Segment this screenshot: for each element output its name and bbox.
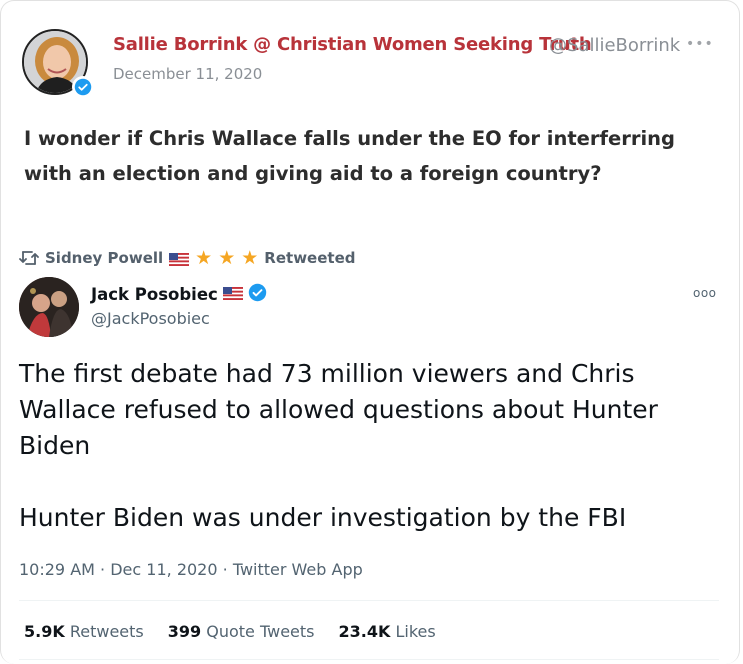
- verified-badge-icon: [72, 76, 94, 98]
- divider: [19, 600, 719, 601]
- divider: [19, 659, 719, 660]
- retweets-stat[interactable]: 5.9K Retweets: [24, 622, 144, 641]
- more-dots-icon[interactable]: •••: [686, 36, 714, 52]
- likes-stat[interactable]: 23.4K Likes: [338, 622, 435, 641]
- inner-display-name[interactable]: Jack Posobiec: [91, 283, 267, 306]
- inner-tweet-text: The first debate had 73 million viewers …: [19, 359, 658, 532]
- star-icon: ★: [195, 246, 213, 269]
- us-flag-icon: [222, 285, 243, 304]
- us-flag-icon: [169, 252, 190, 266]
- tweet-meta: 10:29 AM · Dec 11, 2020 · Twitter Web Ap…: [19, 560, 363, 579]
- outer-display-name[interactable]: Sallie Borrink @ Christian Women Seeking…: [113, 34, 592, 55]
- quotes-label: Quote Tweets: [206, 622, 315, 641]
- inner-avatar[interactable]: [19, 277, 79, 337]
- inner-handle[interactable]: @JackPosobiec: [91, 309, 210, 328]
- more-dots-icon[interactable]: ooo: [693, 286, 717, 300]
- star-icon: ★: [241, 246, 259, 269]
- retweeted-label: Retweeted: [264, 249, 356, 267]
- engagement-stats: 5.9K Retweets 399 Quote Tweets 23.4K Lik…: [24, 622, 436, 641]
- likes-count: 23.4K: [338, 622, 391, 641]
- retweets-label: Retweets: [69, 622, 144, 641]
- tweet-source[interactable]: Twitter Web App: [233, 560, 363, 579]
- outer-handle[interactable]: @SallieBorrink: [549, 35, 680, 56]
- tweet-date[interactable]: Dec 11, 2020: [110, 560, 217, 579]
- retweets-count: 5.9K: [24, 622, 65, 641]
- outer-tweet-text: I wonder if Chris Wallace falls under th…: [24, 127, 675, 185]
- retweet-icon: [19, 250, 39, 266]
- retweet-header: Sidney Powell ★ ★ ★ Retweeted: [19, 247, 355, 269]
- retweeter-name[interactable]: Sidney Powell: [45, 249, 163, 267]
- verified-badge-icon: [248, 283, 267, 306]
- quote-tweets-stat[interactable]: 399 Quote Tweets: [168, 622, 315, 641]
- meta-separator: ·: [100, 560, 106, 579]
- star-icon: ★: [218, 246, 236, 269]
- outer-date[interactable]: December 11, 2020: [113, 65, 262, 83]
- quotes-count: 399: [167, 622, 202, 641]
- tweet-time[interactable]: 10:29 AM: [19, 560, 95, 579]
- meta-separator: ·: [222, 560, 228, 579]
- likes-label: Likes: [395, 622, 436, 641]
- inner-name-text[interactable]: Jack Posobiec: [91, 285, 218, 304]
